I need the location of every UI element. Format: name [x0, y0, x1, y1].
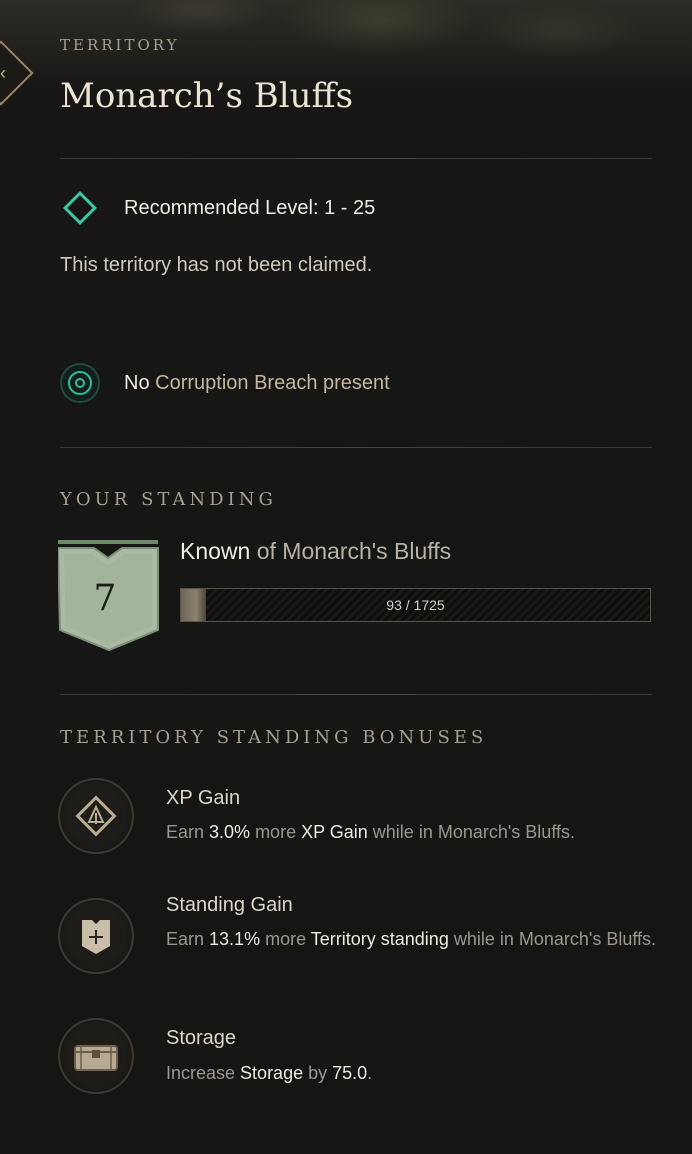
territory-eyebrow: TERRITORY	[60, 36, 180, 54]
desc-text: more	[250, 822, 302, 842]
breach-prefix: No	[124, 371, 150, 394]
standing-heading: YOUR STANDING	[60, 489, 277, 510]
desc-value: 75.0	[332, 1063, 368, 1083]
standing-rank-label: Known	[180, 538, 251, 564]
corruption-breach-row: No Corruption Breach present	[60, 363, 390, 403]
bonus-title-storage: Storage	[166, 1027, 237, 1049]
standing-gain-icon	[58, 898, 134, 974]
chevron-left-icon[interactable]: ‹	[0, 60, 12, 86]
divider	[60, 158, 652, 159]
standing-shield-icon: 7	[58, 540, 159, 652]
bonus-title-standing-gain: Standing Gain	[166, 894, 293, 916]
recommended-level-text: Recommended Level: 1 - 25	[124, 196, 376, 219]
bonus-title-xp-gain: XP Gain	[166, 787, 241, 809]
bonus-desc-storage: Increase Storage by 75.0.	[166, 1060, 666, 1087]
standing-progress-bar: 93 / 1725	[180, 588, 651, 622]
bonus-desc-standing-gain: Earn 13.1% more Territory standing while…	[166, 926, 666, 953]
desc-value: XP Gain	[301, 822, 368, 842]
desc-value: Territory standing	[310, 929, 449, 949]
bonus-desc-xp-gain: Earn 3.0% more XP Gain while in Monarch'…	[166, 819, 666, 846]
desc-value: 13.1%	[209, 929, 261, 949]
desc-text: Earn	[166, 822, 210, 842]
claim-status-row: This territory has not been claimed.	[60, 254, 372, 277]
standing-progress-text: 93 / 1725	[386, 597, 445, 613]
desc-text: .	[367, 1063, 373, 1083]
storage-chest-icon	[58, 1018, 134, 1094]
desc-text: by	[303, 1063, 333, 1083]
desc-text: Earn	[166, 929, 210, 949]
desc-value: Storage	[240, 1063, 304, 1083]
corruption-breach-icon	[60, 363, 100, 403]
standing-rank-number: 7	[94, 578, 117, 619]
desc-text: Increase	[166, 1063, 241, 1083]
recommended-level-row: Recommended Level: 1 - 25	[60, 191, 376, 225]
xp-gain-icon	[58, 778, 134, 854]
desc-value: 3.0%	[209, 822, 251, 842]
desc-text: more	[260, 929, 311, 949]
divider	[60, 447, 652, 448]
page-title: Monarch’s Bluffs	[60, 76, 354, 116]
desc-text: while in Monarch's Bluffs.	[367, 822, 575, 842]
territory-panel: ‹ TERRITORY Monarch’s Bluffs Recommended…	[0, 0, 692, 1154]
standing-territory-label: of Monarch's Bluffs	[250, 538, 452, 564]
bonuses-heading: TERRITORY STANDING BONUSES	[60, 727, 488, 748]
divider	[60, 694, 652, 695]
breach-text: Corruption Breach present	[149, 371, 390, 394]
standing-rank-title: Known of Monarch's Bluffs	[180, 538, 451, 565]
desc-text: while in Monarch's Bluffs.	[448, 929, 657, 949]
claim-status-text: This territory has not been claimed.	[60, 254, 373, 276]
diamond-icon	[63, 191, 97, 225]
